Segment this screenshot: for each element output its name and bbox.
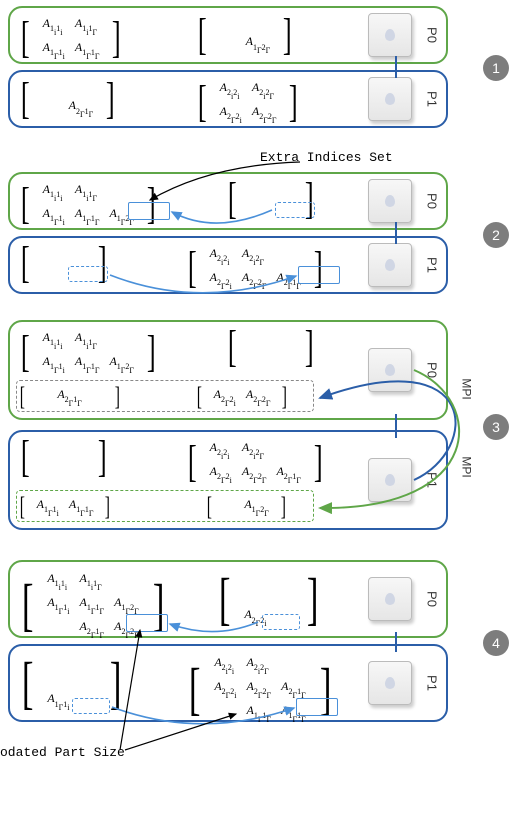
p1-box-step1: [ xxxxxx A2Γ1Γ ] [ A2i2iA2i2Γ A2Γ2iA2Γ2Γ… xyxy=(8,70,448,128)
proc-label-p1: P1 xyxy=(425,91,440,107)
step-badge-3: 3 xyxy=(483,414,509,440)
computer-icon xyxy=(368,13,412,57)
p1-matrix-right-1: [ A2i2iA2i2Γ A2Γ2iA2Γ2Γ ] xyxy=(195,77,301,127)
p0-dashed-slot xyxy=(275,202,315,218)
proc-label-p1: P1 xyxy=(425,472,440,488)
updated-part-label: odated Part Size xyxy=(0,745,125,760)
p1-step4-dash xyxy=(72,698,110,714)
p0-matrix-left-1: [ A1i1iA1i1Γ A1Γ1iA1Γ1Γ ] xyxy=(18,13,124,63)
proc-label-p1: P1 xyxy=(425,675,440,691)
proc-label-p1: P1 xyxy=(425,257,440,273)
recv-box-p1 xyxy=(16,490,314,522)
computer-icon xyxy=(368,77,412,121)
step-badge-1: 1 xyxy=(483,55,509,81)
computer-icon xyxy=(368,179,412,223)
step-badge-4: 4 xyxy=(483,630,509,656)
a2g2g-solid-box xyxy=(126,614,168,632)
a1g2g-solid-box xyxy=(128,202,170,220)
recv-box-p0 xyxy=(16,380,314,412)
p0-box-step4: [ A1i1iA1i1Γ A1Γ1iA1Γ1ΓA1Γ2Γ A2Γ1ΓA2Γ2Γ … xyxy=(8,560,448,638)
p0-step4-dash xyxy=(262,614,300,630)
mpi-label-2: MPI xyxy=(460,456,474,477)
p0-matrix-right-3: [ xxxxxx xxx ] xyxy=(225,327,316,367)
computer-icon xyxy=(368,458,412,502)
computer-icon xyxy=(368,243,412,287)
step-badge-2: 2 xyxy=(483,222,509,248)
computer-icon xyxy=(368,661,412,705)
computer-icon xyxy=(368,348,412,392)
p1-matrix-left-1: [ xxxxxx A2Γ1Γ ] xyxy=(18,77,118,121)
mpi-label-1: MPI xyxy=(460,378,474,399)
proc-label-p0: P0 xyxy=(425,193,440,209)
proc-label-p0: P0 xyxy=(425,591,440,607)
p0-matrix-right-1: [ xxxxxx A1Γ2Γ ] xyxy=(195,13,295,57)
p1-box-step2: [ xxxxxx xxx ] [ A2i2iA2i2Γ A2Γ2iA2Γ2ΓA2… xyxy=(8,236,448,294)
p1-matrix-right-3: [ A2i2iA2i2Γ A2Γ2iA2Γ2ΓA2Γ1Γ ] xyxy=(185,437,326,487)
p0-box-step2: [ A1i1iA1i1Γ A1Γ1iA1Γ1ΓA1Γ2Γ ] [ xxxxxx … xyxy=(8,172,448,230)
p0-matrix-left-3: [ A1i1iA1i1Γ A1Γ1iA1Γ1ΓA1Γ2Γ ] xyxy=(18,327,159,377)
p1-dashed-slot xyxy=(68,266,108,282)
extra-indices-label: Extra Indices Set xyxy=(260,150,393,165)
a1g1g-solid-box xyxy=(296,698,338,716)
p0-box-step1: [ A1i1iA1i1Γ A1Γ1iA1Γ1Γ ] [ xxxxxx A1Γ2Γ… xyxy=(8,6,448,64)
proc-label-p0: P0 xyxy=(425,362,440,378)
p1-matrix-left-3: [ xxxxxx xxx ] xyxy=(18,437,109,477)
a2g1g-solid-box xyxy=(298,266,340,284)
proc-label-p0: P0 xyxy=(425,27,440,43)
computer-icon xyxy=(368,577,412,621)
